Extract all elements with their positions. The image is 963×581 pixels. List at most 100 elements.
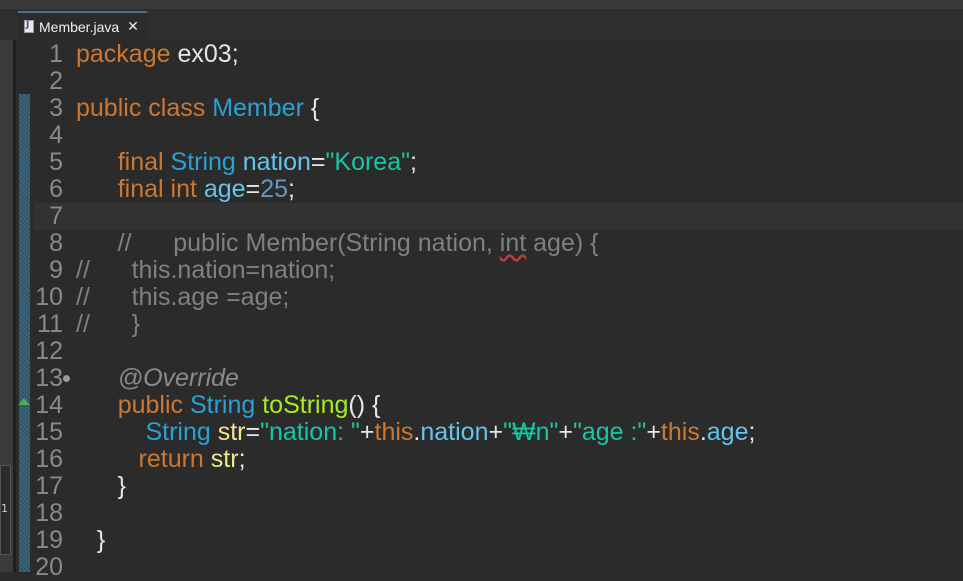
line-number: 6 bbox=[49, 175, 63, 203]
code-token: ex03; bbox=[170, 40, 239, 68]
code-line[interactable]: 19 } bbox=[34, 527, 963, 554]
code-token: // public Member(String nation, bbox=[76, 229, 500, 257]
code-line[interactable]: 18 bbox=[34, 500, 963, 527]
code-text: // this.age =age; bbox=[76, 284, 289, 311]
code-text: final String nation="Korea"; bbox=[76, 149, 417, 176]
code-token: + bbox=[558, 418, 573, 446]
line-number: 2 bbox=[49, 67, 63, 95]
code-token: toString bbox=[262, 391, 349, 419]
code-token: = bbox=[245, 175, 261, 203]
code-line[interactable]: 16 return str; bbox=[34, 446, 963, 473]
code-token: final bbox=[117, 148, 164, 176]
line-number: 3 bbox=[49, 94, 63, 122]
code-token: // this.age =age; bbox=[76, 283, 290, 311]
code-line[interactable]: 13 @Override bbox=[34, 365, 963, 392]
code-text: // public Member(String nation, int age)… bbox=[76, 229, 599, 257]
code-token: = bbox=[245, 418, 261, 446]
code-line[interactable]: 1 package ex03; bbox=[34, 41, 963, 68]
tab-member-java[interactable]: Member.java ✕ bbox=[18, 11, 147, 40]
code-line[interactable]: 12 bbox=[34, 338, 963, 365]
code-token: } bbox=[76, 472, 127, 500]
code-line[interactable]: 8 // public Member(String nation, int ag… bbox=[34, 230, 963, 257]
code-line[interactable]: 17 } bbox=[34, 473, 963, 500]
class-scope-bar bbox=[19, 94, 30, 572]
line-number: 13 bbox=[35, 364, 63, 392]
code-token: age bbox=[706, 418, 749, 446]
code-token: @Override bbox=[117, 364, 239, 392]
code-token: int bbox=[170, 175, 197, 203]
fold-toggle-icon[interactable] bbox=[63, 375, 70, 382]
editor-tab-bar: Member.java ✕ bbox=[0, 9, 963, 40]
line-number: 1 bbox=[49, 40, 63, 68]
tab-label: Member.java bbox=[39, 18, 120, 35]
code-line[interactable]: 20 bbox=[34, 554, 963, 581]
code-token: public bbox=[117, 391, 184, 419]
code-token: String bbox=[189, 391, 256, 419]
code-line[interactable]: 10 // this.age =age; bbox=[34, 284, 963, 311]
code-token: age) { bbox=[526, 229, 599, 257]
code-line[interactable]: 9 // this.nation=nation; bbox=[34, 257, 963, 284]
code-token: ; bbox=[238, 445, 246, 473]
line-number: 17 bbox=[35, 472, 63, 500]
line-number: 8 bbox=[49, 229, 63, 257]
line-number: 7 bbox=[49, 202, 63, 230]
code-token: "age :" bbox=[572, 418, 647, 446]
code-token: ; bbox=[748, 418, 756, 446]
code-editor[interactable]: 1 package ex03; 2 3 public class Member {4 5 … bbox=[34, 40, 963, 581]
code-line[interactable]: 14 public String toString() { bbox=[34, 392, 963, 419]
code-text: public String toString() { bbox=[76, 391, 381, 419]
code-line[interactable]: 5 final String nation="Korea"; bbox=[34, 149, 963, 176]
window-top-border bbox=[0, 0, 963, 9]
code-token: final bbox=[117, 175, 164, 203]
code-token: ; bbox=[409, 148, 417, 176]
code-text: final int age=25; bbox=[76, 176, 295, 203]
code-token: class bbox=[148, 94, 206, 122]
code-token: } bbox=[76, 526, 106, 554]
code-token: . bbox=[699, 418, 707, 446]
line-number: 18 bbox=[35, 499, 63, 527]
side-panel-strip: 1 bbox=[0, 40, 13, 572]
code-text: public class Member { bbox=[76, 95, 319, 122]
code-line[interactable]: 2 bbox=[34, 68, 963, 95]
code-token: int bbox=[499, 229, 527, 257]
line-number: 14 bbox=[35, 391, 63, 419]
code-line[interactable]: 15 String str="nation: "+this.nation+"₩n… bbox=[34, 419, 963, 446]
code-token: Member bbox=[212, 94, 304, 122]
code-token: ; bbox=[288, 175, 295, 203]
code-token: // this.nation=nation; bbox=[76, 256, 336, 284]
code-token: package bbox=[76, 40, 171, 68]
code-token: age bbox=[203, 175, 246, 203]
code-line[interactable]: 6 final int age=25; bbox=[34, 176, 963, 203]
code-token: 25 bbox=[260, 175, 289, 203]
close-tab-button[interactable]: ✕ bbox=[127, 19, 139, 35]
line-number: 12 bbox=[35, 337, 63, 365]
override-marker-icon[interactable] bbox=[18, 398, 30, 405]
code-token: + bbox=[359, 418, 375, 446]
line-number: 11 bbox=[37, 310, 63, 338]
code-text: // this.nation=nation; bbox=[76, 257, 335, 284]
code-token: "nation: " bbox=[260, 418, 360, 446]
code-text: } bbox=[76, 473, 126, 500]
line-number: 9 bbox=[49, 256, 63, 284]
code-line[interactable]: 4 bbox=[34, 122, 963, 149]
code-line[interactable]: 3 public class Member { bbox=[34, 95, 963, 122]
line-number: 20 bbox=[35, 553, 63, 581]
line-number: 15 bbox=[35, 418, 63, 446]
code-line[interactable]: 11 // } bbox=[34, 311, 963, 338]
code-text: @Override bbox=[76, 365, 239, 392]
code-token: str bbox=[210, 445, 239, 473]
code-token: nation bbox=[420, 418, 489, 446]
code-line[interactable]: 7 bbox=[34, 203, 963, 230]
code-token: = bbox=[310, 148, 326, 176]
line-number: 16 bbox=[35, 445, 63, 473]
line-number: 19 bbox=[35, 526, 63, 554]
code-token: "₩n" bbox=[503, 418, 559, 446]
